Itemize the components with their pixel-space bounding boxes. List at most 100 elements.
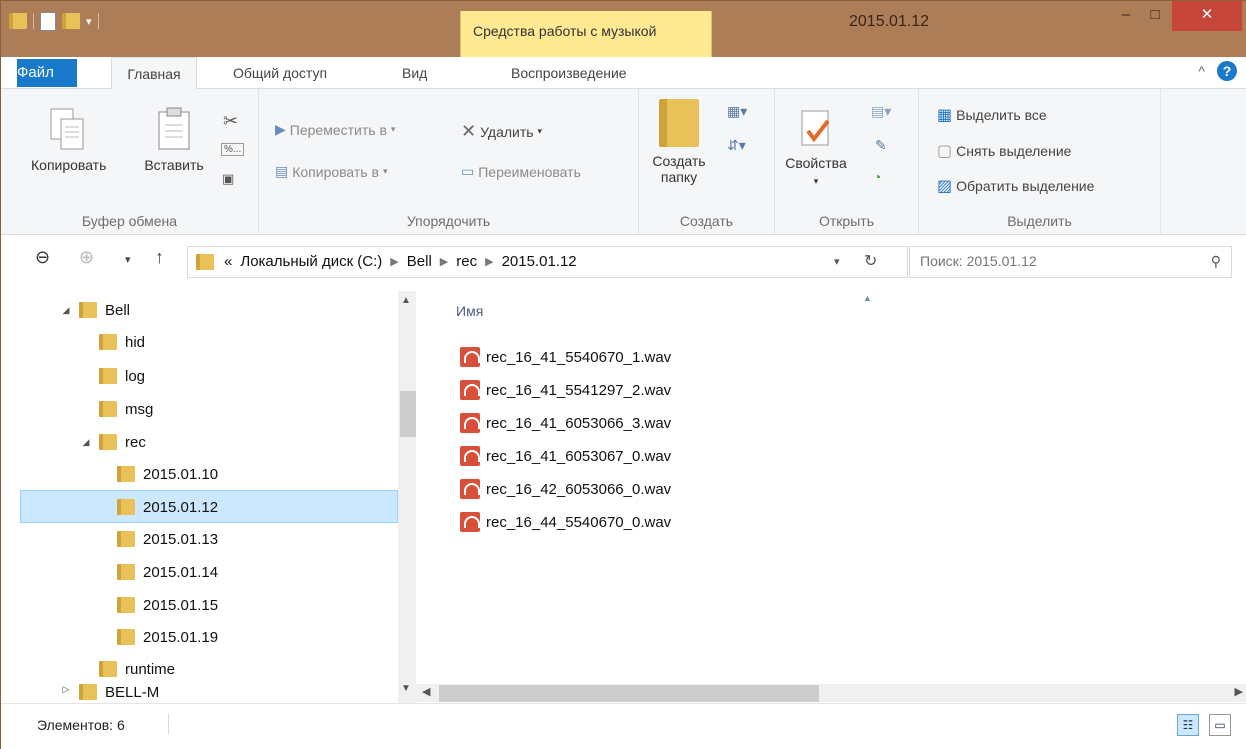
breadcrumb-item[interactable]: Bell (407, 247, 432, 277)
maximize-button[interactable]: □ (1141, 1, 1169, 31)
tree-item-bell[interactable]: ◢ Bell (61, 295, 130, 325)
group-label-open: Открыть (819, 213, 874, 229)
edit-icon[interactable]: ✎ (875, 137, 887, 154)
move-to-button[interactable]: ▶ Переместить в ▾ (275, 121, 395, 138)
collapse-ribbon-icon[interactable]: ^ (1198, 63, 1205, 79)
minimize-button[interactable]: – (1112, 1, 1140, 31)
tree-item-2015-01-14[interactable]: 2015.01.14 (117, 557, 218, 587)
delete-button[interactable]: ✕ Удалить ▾ (461, 121, 542, 142)
list-item[interactable]: rec_16_41_5541297_2.wav (460, 376, 671, 404)
folder-icon (99, 334, 117, 350)
tree-item-label: 2015.01.15 (143, 596, 219, 614)
invert-selection-label: Обратить выделение (956, 178, 1095, 194)
up-icon[interactable]: ↑ (155, 247, 164, 268)
tree-item-2015-01-12[interactable]: 2015.01.12 (117, 492, 218, 522)
tree-item-2015-01-15[interactable]: 2015.01.15 (117, 590, 218, 620)
large-icons-view-icon[interactable]: ▭ (1209, 714, 1231, 736)
scrollbar-thumb[interactable] (439, 685, 819, 702)
new-folder-label-2: папку (660, 169, 698, 185)
copy-button[interactable]: Копировать (31, 107, 106, 173)
scroll-left-icon[interactable]: ◀ (422, 685, 430, 698)
new-item-icon[interactable]: ▦▾ (727, 103, 747, 120)
address-bar[interactable]: « Локальный диск (C:) ▶ Bell ▶ rec ▶ 201… (187, 246, 908, 278)
list-item[interactable]: rec_16_41_6053066_3.wav (460, 409, 671, 437)
properties-button[interactable]: Свойства ▾ (785, 109, 847, 187)
breadcrumb-chevron-icon[interactable]: ▶ (485, 247, 493, 277)
tree-item-2015-01-10[interactable]: 2015.01.10 (117, 459, 218, 489)
folder-icon (99, 401, 117, 417)
tab-file[interactable]: Файл (17, 59, 77, 87)
select-all-label: Выделить все (956, 107, 1047, 123)
cut-icon[interactable]: ✂ (223, 111, 238, 132)
breadcrumb-overflow[interactable]: « (224, 247, 232, 277)
column-header-name[interactable]: Имя (456, 303, 483, 319)
tree-item-log[interactable]: log (99, 361, 145, 391)
help-icon[interactable]: ? (1217, 61, 1237, 81)
easy-access-icon[interactable]: ⇵▾ (727, 137, 746, 154)
qat-dropdown-icon[interactable]: ▾ (86, 15, 92, 28)
expand-arrow-icon[interactable]: ◢ (61, 305, 71, 316)
horizontal-scrollbar[interactable]: ◀ ▶ (416, 684, 1246, 702)
tab-home[interactable]: Главная (111, 57, 197, 90)
tree-item-bell-m[interactable]: ▷ BELL-M (61, 684, 159, 702)
breadcrumb-chevron-icon[interactable]: ▶ (390, 247, 398, 277)
group-select: ▦ Выделить все ▢ Снять выделение ▨ Обрат… (919, 89, 1161, 235)
list-item[interactable]: rec_16_42_6053066_0.wav (460, 475, 671, 503)
tree-item-2015-01-19[interactable]: 2015.01.19 (117, 622, 218, 652)
rename-button[interactable]: ▭ Переименовать (461, 163, 581, 180)
tab-playback[interactable]: Воспроизведение (511, 57, 627, 89)
breadcrumb-chevron-icon[interactable]: ▶ (440, 247, 448, 277)
select-none-icon: ▢ (937, 143, 953, 160)
tree-item-msg[interactable]: msg (99, 394, 153, 424)
breadcrumb-item[interactable]: 2015.01.12 (502, 247, 577, 277)
select-none-button[interactable]: ▢ Снять выделение (937, 141, 1071, 161)
open-icon[interactable]: ▤▾ (871, 103, 891, 120)
tree-item-hid[interactable]: hid (99, 327, 145, 357)
new-folder-qat-icon[interactable] (62, 13, 80, 29)
search-icon[interactable]: ⚲ (1211, 253, 1221, 270)
paste-button[interactable]: Вставить (137, 107, 211, 173)
new-folder-icon (659, 99, 699, 147)
expand-arrow-icon[interactable]: ◢ (81, 437, 91, 448)
invert-selection-button[interactable]: ▨ Обратить выделение (937, 176, 1094, 196)
search-box[interactable]: ⚲ (909, 246, 1232, 278)
address-dropdown-icon[interactable]: ▾ (834, 255, 840, 268)
search-input[interactable] (920, 253, 1180, 269)
properties-qat-icon[interactable] (40, 11, 56, 31)
group-label-organize: Упорядочить (406, 213, 491, 229)
list-item[interactable]: rec_16_41_6053067_0.wav (460, 442, 671, 470)
list-item[interactable]: rec_16_44_5540670_0.wav (460, 508, 671, 536)
select-all-button[interactable]: ▦ Выделить все (937, 105, 1047, 125)
scroll-right-icon[interactable]: ▶ (1235, 685, 1243, 698)
forward-icon[interactable]: ⊕ (79, 247, 94, 268)
scroll-up-icon[interactable]: ▲ (401, 295, 411, 306)
collapse-arrow-icon[interactable]: ▷ (61, 684, 71, 695)
tab-share[interactable]: Общий доступ (233, 57, 327, 89)
copy-path-icon[interactable]: %... (221, 143, 245, 156)
paste-shortcut-icon[interactable]: ▣ (222, 171, 234, 187)
recent-locations-icon[interactable]: ▾ (125, 253, 131, 266)
details-view-icon[interactable]: ☷ (1177, 714, 1199, 736)
folder-icon (117, 629, 135, 645)
group-label-select: Выделить (1007, 213, 1072, 229)
breadcrumb-item[interactable]: Локальный диск (C:) (240, 247, 382, 277)
chevron-down-icon: ▾ (813, 176, 819, 186)
tree-item-runtime[interactable]: runtime (99, 654, 175, 684)
file-name: rec_16_41_5540670_1.wav (486, 348, 672, 366)
close-button[interactable]: ✕ (1172, 1, 1242, 31)
scroll-down-icon[interactable]: ▼ (401, 683, 411, 694)
tree-item-rec[interactable]: ◢ rec (81, 427, 146, 457)
refresh-icon[interactable]: ↻ (864, 251, 877, 271)
copy-to-button[interactable]: ▤ Копировать в ▾ (275, 163, 387, 180)
chevron-down-icon: ▾ (537, 126, 543, 136)
tab-view[interactable]: Вид (402, 57, 427, 89)
nav-vertical-scrollbar[interactable]: ▲ ▼ (398, 291, 422, 703)
list-item[interactable]: rec_16_41_5540670_1.wav (460, 343, 671, 371)
title-bar: ▾ Средства работы с музыкой 2015.01.12 –… (1, 1, 1246, 57)
new-folder-button[interactable]: Создать папку (647, 99, 711, 185)
folder-icon (117, 466, 135, 482)
back-icon[interactable]: ⊖ (35, 247, 50, 268)
breadcrumb-item[interactable]: rec (456, 247, 477, 277)
history-icon[interactable]: ◔ (873, 169, 881, 185)
tree-item-2015-01-13[interactable]: 2015.01.13 (117, 524, 218, 554)
